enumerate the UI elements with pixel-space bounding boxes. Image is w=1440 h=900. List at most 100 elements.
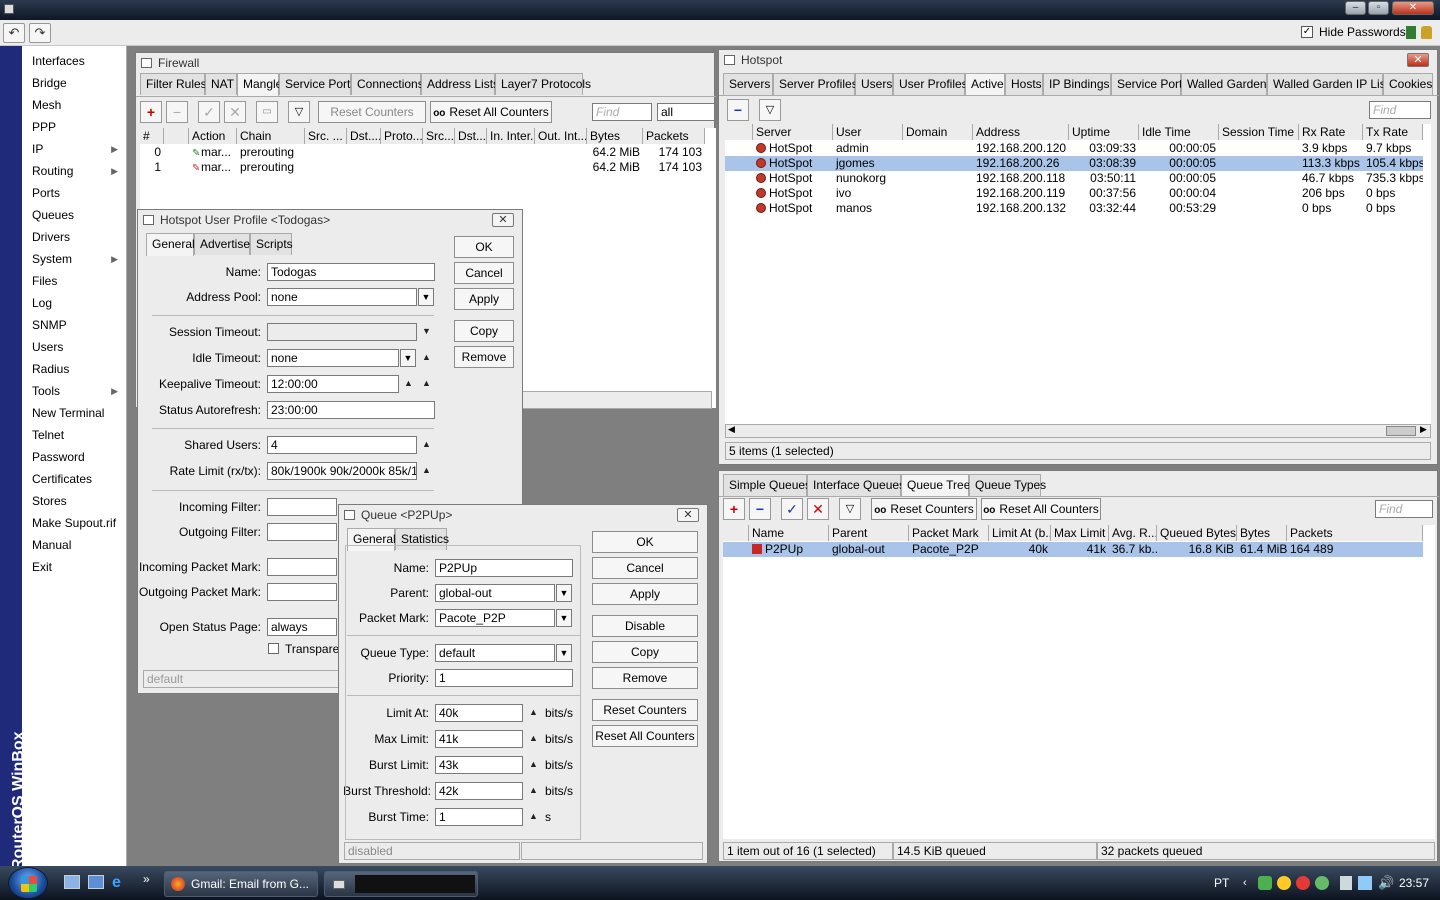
dropdown-icon[interactable]: ▼ bbox=[400, 349, 416, 367]
tab-walled-garden[interactable]: Walled Garden bbox=[1181, 73, 1267, 95]
switch-windows-icon[interactable] bbox=[88, 875, 104, 889]
status-autorefresh-input[interactable]: 23:00:00 bbox=[267, 401, 435, 419]
queue-type-select[interactable]: default bbox=[435, 644, 555, 662]
filter-icon[interactable]: ▽ bbox=[288, 101, 310, 123]
menu-item-telnet[interactable]: Telnet bbox=[22, 424, 126, 446]
table-row[interactable]: HotSpot jgomes 192.168.200.26 03:08:39 00:00… bbox=[725, 156, 1423, 171]
tab-ip-bindings[interactable]: IP Bindings bbox=[1043, 73, 1111, 95]
dropdown-icon[interactable]: ▼ bbox=[556, 609, 572, 627]
maximize-button[interactable]: ▫ bbox=[1368, 1, 1389, 15]
scroll-left-icon[interactable]: ◀ bbox=[728, 424, 735, 435]
close-button[interactable]: ✕ bbox=[1392, 1, 1434, 15]
collapse-icon[interactable]: ▲ bbox=[422, 352, 431, 362]
tab-statistics[interactable]: Statistics bbox=[395, 528, 449, 550]
spin-up-icon[interactable]: ▲ bbox=[404, 378, 413, 388]
add-icon[interactable]: + bbox=[140, 101, 162, 123]
reset-counters-button[interactable]: Reset Counters bbox=[592, 699, 698, 721]
remove-button[interactable]: Remove bbox=[454, 346, 514, 368]
redo-button[interactable]: ↷ bbox=[29, 23, 51, 43]
tab-walled-garden-ip-list[interactable]: Walled Garden IP List bbox=[1267, 73, 1389, 95]
disable-button[interactable]: Disable bbox=[592, 615, 698, 637]
tab-user-profiles[interactable]: User Profiles bbox=[893, 73, 968, 95]
dropdown-icon[interactable]: ▼ bbox=[556, 644, 572, 662]
packet-mark-select[interactable]: Pacote_P2P bbox=[435, 609, 555, 627]
queue-name-input[interactable]: P2PUp bbox=[435, 559, 573, 577]
tab-general[interactable]: General bbox=[347, 528, 396, 551]
column-header[interactable]: Uptime bbox=[1069, 124, 1139, 140]
collapse-icon[interactable]: ▲ bbox=[422, 378, 431, 388]
copy-button[interactable]: Copy bbox=[454, 320, 514, 342]
column-header[interactable]: Dst.... bbox=[347, 128, 381, 144]
column-header[interactable]: Src. ... bbox=[305, 128, 347, 144]
menu-item-ports[interactable]: Ports bbox=[22, 182, 126, 204]
collapse-icon[interactable]: ▲ bbox=[422, 465, 431, 475]
menu-item-manual[interactable]: Manual bbox=[22, 534, 126, 556]
quicklaunch-more-icon[interactable]: » bbox=[143, 872, 150, 886]
menu-item-routing[interactable]: Routing ▶ bbox=[22, 160, 126, 182]
address-pool-select[interactable]: none bbox=[267, 288, 417, 306]
burst-threshold-input[interactable]: 42k bbox=[435, 782, 523, 800]
column-header[interactable]: Packets bbox=[643, 128, 705, 144]
column-header[interactable]: Bytes bbox=[587, 128, 643, 144]
parent-select[interactable]: global-out bbox=[435, 584, 555, 602]
comment-icon[interactable]: ▭ bbox=[256, 101, 278, 123]
column-header[interactable]: Server bbox=[753, 124, 833, 140]
column-header[interactable]: Parent bbox=[829, 525, 909, 541]
ok-button[interactable]: OK bbox=[454, 236, 514, 258]
cancel-button[interactable]: Cancel bbox=[592, 557, 698, 579]
firewall-title-bar[interactable]: Firewall bbox=[136, 53, 714, 73]
network-icon[interactable] bbox=[1258, 876, 1272, 890]
column-header[interactable]: In. Inter... bbox=[487, 128, 535, 144]
network-status-icon[interactable] bbox=[1358, 876, 1372, 890]
column-header[interactable]: Domain bbox=[903, 124, 973, 140]
incoming-filter-input[interactable] bbox=[267, 498, 337, 516]
enable-icon[interactable]: ✓ bbox=[781, 498, 803, 520]
column-header[interactable]: Tx Rate bbox=[1363, 124, 1423, 140]
scroll-right-icon[interactable]: ▶ bbox=[1420, 424, 1427, 435]
tab-cookies[interactable]: Cookies bbox=[1383, 73, 1433, 95]
session-timeout-input[interactable] bbox=[267, 323, 417, 341]
column-header[interactable]: Bytes bbox=[1237, 525, 1287, 541]
profile-close-icon[interactable]: ✕ bbox=[492, 213, 514, 227]
tab-scripts[interactable]: Scripts bbox=[250, 233, 293, 255]
tab-advertise[interactable]: Advertise bbox=[194, 233, 250, 255]
column-header[interactable]: Proto... bbox=[381, 128, 423, 144]
filter-icon[interactable]: ▽ bbox=[839, 498, 861, 520]
taskbar-gmail[interactable]: Gmail: Email from G... bbox=[164, 871, 318, 897]
column-header[interactable]: Name bbox=[749, 525, 829, 541]
minimize-button[interactable]: – bbox=[1345, 1, 1366, 15]
outgoing-filter-input[interactable] bbox=[267, 523, 337, 541]
menu-item-tools[interactable]: Tools ▶ bbox=[22, 380, 126, 402]
tab-simple-queues[interactable]: Simple Queues bbox=[723, 474, 811, 496]
menu-item-ip[interactable]: IP ▶ bbox=[22, 138, 126, 160]
reset-all-counters-button[interactable]: oo Reset All Counters bbox=[981, 498, 1101, 520]
ok-button[interactable]: OK bbox=[592, 531, 698, 553]
name-input[interactable]: Todogas bbox=[267, 263, 435, 281]
copy-button[interactable]: Copy bbox=[592, 641, 698, 663]
remove-icon[interactable]: − bbox=[749, 498, 771, 520]
tab-connections[interactable]: Connections bbox=[351, 73, 424, 95]
undo-button[interactable]: ↶ bbox=[3, 23, 25, 43]
column-header[interactable]: Address bbox=[973, 124, 1069, 140]
collapse-icon[interactable]: ▲ bbox=[529, 811, 538, 821]
apply-button[interactable]: Apply bbox=[454, 288, 514, 310]
tab-queue-types[interactable]: Queue Types bbox=[969, 474, 1046, 496]
tab-interface-queues[interactable]: Interface Queues bbox=[807, 474, 905, 496]
tab-queue-tree[interactable]: Queue Tree bbox=[901, 474, 970, 497]
menu-item-bridge[interactable]: Bridge bbox=[22, 72, 126, 94]
show-desktop-icon[interactable] bbox=[64, 875, 80, 889]
limit-at-input[interactable]: 40k bbox=[435, 704, 523, 722]
table-row[interactable]: 0 ✎mar... prerouting 64.2 MiB 174 103 bbox=[140, 145, 705, 160]
volume-icon[interactable]: 🔊 bbox=[1378, 866, 1394, 900]
tab-address-lists[interactable]: Address Lists bbox=[421, 73, 499, 95]
burst-time-input[interactable]: 1 bbox=[435, 808, 523, 826]
column-header[interactable]: Rx Rate bbox=[1299, 124, 1363, 140]
menu-item-radius[interactable]: Radius bbox=[22, 358, 126, 380]
column-header[interactable]: Avg. R... bbox=[1109, 525, 1157, 541]
column-header[interactable]: Session Time ... bbox=[1219, 124, 1299, 140]
remove-button[interactable]: Remove bbox=[592, 667, 698, 689]
tab-server-profiles[interactable]: Server Profiles bbox=[773, 73, 858, 95]
menu-item-new-terminal[interactable]: New Terminal bbox=[22, 402, 126, 424]
disable-icon[interactable]: ✕ bbox=[807, 498, 829, 520]
tab-servers[interactable]: Servers bbox=[723, 73, 773, 95]
